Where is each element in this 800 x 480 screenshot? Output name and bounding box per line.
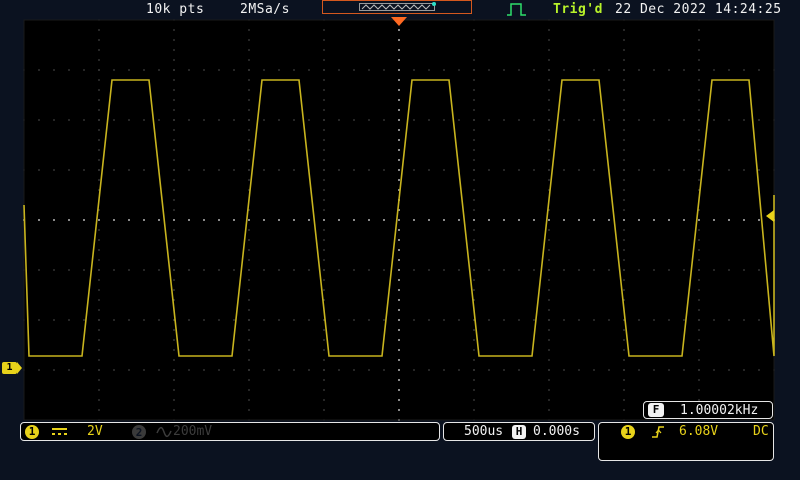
ch1-marker-tip <box>17 362 22 374</box>
memory-view-window <box>359 2 436 11</box>
memory-wave-icon <box>361 4 431 10</box>
trigger-level[interactable]: 6.08V <box>679 424 718 439</box>
frequency-readout[interactable]: F 1.00002kHz <box>643 401 773 419</box>
trigger-level-marker[interactable] <box>766 210 774 222</box>
trigger-source-badge: 1 <box>621 425 635 439</box>
dc-coupling-icon <box>52 428 67 435</box>
ch1-ground-marker[interactable]: 1 <box>2 362 22 374</box>
ac-coupling-icon <box>156 426 172 438</box>
timebase-scale[interactable]: 500us <box>464 424 503 439</box>
channel-info-box[interactable]: 1 2V 2 200mV <box>20 422 440 441</box>
date-time: 22 Dec 2022 14:24:25 <box>615 2 782 17</box>
rising-edge-icon <box>652 426 664 438</box>
horizontal-position-icon: H <box>512 425 526 439</box>
trigger-pulse-icon <box>507 3 526 16</box>
top-status-bar: 10k pts 2MSa/s Trig'd 22 Dec 2022 14:24:… <box>0 0 800 26</box>
memory-bar[interactable] <box>322 0 472 14</box>
frequency-value: 1.00002kHz <box>680 403 759 418</box>
horizontal-position[interactable]: 0.000s <box>533 424 580 439</box>
trigger-coupling[interactable]: DC <box>753 424 769 439</box>
ch1-marker-label: 1 <box>2 362 17 374</box>
sample-rate[interactable]: 2MSa/s <box>240 2 290 17</box>
ch2-badge[interactable]: 2 <box>132 425 146 439</box>
trigger-info-box[interactable]: 1 6.08V DC <box>598 422 774 461</box>
ch1-badge[interactable]: 1 <box>25 425 39 439</box>
record-length[interactable]: 10k pts <box>146 2 204 17</box>
frequency-label: F <box>648 403 664 417</box>
timebase-box[interactable]: 500us H 0.000s <box>443 422 595 441</box>
ch2-scale[interactable]: 200mV <box>173 424 212 439</box>
ch1-scale[interactable]: 2V <box>87 424 103 439</box>
trigger-status[interactable]: Trig'd <box>553 2 603 17</box>
trigger-position-marker <box>391 17 407 26</box>
memory-position-marker <box>432 2 436 6</box>
